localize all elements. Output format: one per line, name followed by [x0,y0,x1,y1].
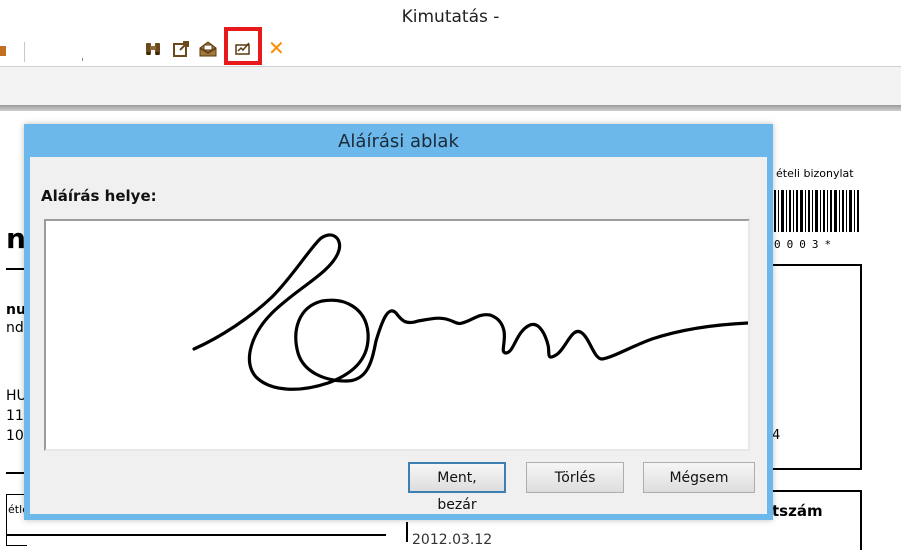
dialog-body: Aláírás helye: Ment, bezár Törlés Mégsem [30,157,767,514]
document-text-fragment: tszám [772,502,823,520]
document-text-fragment: nu [6,302,26,318]
signature-label: Aláírás helye: [41,187,157,205]
dialog-title: Aláírási ablak [338,131,459,152]
save-close-button[interactable]: Ment, bezár [408,462,506,513]
export-icon[interactable] [172,40,190,58]
toolbar-arrow-icon[interactable] [0,46,6,56]
toolbar-search-input[interactable] [32,39,140,61]
document-title-fragment: ételi bizonylat [776,167,854,180]
document-text-fragment: 11 [6,408,24,424]
close-icon[interactable]: ✕ [268,38,285,58]
cancel-button[interactable]: Mégsem [643,462,755,493]
barcode-digits: 0003* [774,238,838,251]
search-caret [82,58,83,61]
document-rule [6,534,386,536]
window-title: Kimutatás - [401,7,500,27]
toolbar-separator [0,105,901,111]
toolbar-divider [24,42,25,62]
document-text-fragment: 10 [6,428,24,444]
signature-dialog: Aláírási ablak Aláírás helye: Ment, bezá… [24,124,773,520]
document-frame [770,264,862,470]
signature-pad[interactable] [44,219,750,451]
sign-button-highlight [224,27,262,65]
secondary-toolbar [0,67,901,105]
document-rule [406,522,408,542]
clear-button[interactable]: Törlés [526,462,624,493]
binoculars-icon[interactable] [144,40,162,58]
toolbar [0,34,901,67]
signature-stroke [192,233,750,391]
document-text-fragment: 4 [772,428,781,443]
document-text-fragment: 2012.03.12 [412,532,493,548]
barcode [774,190,859,232]
document-frame [770,490,862,550]
mail-icon[interactable] [199,40,217,58]
document-heading-fragment: n [6,222,26,255]
window-titlebar: Kimutatás - [0,0,901,34]
